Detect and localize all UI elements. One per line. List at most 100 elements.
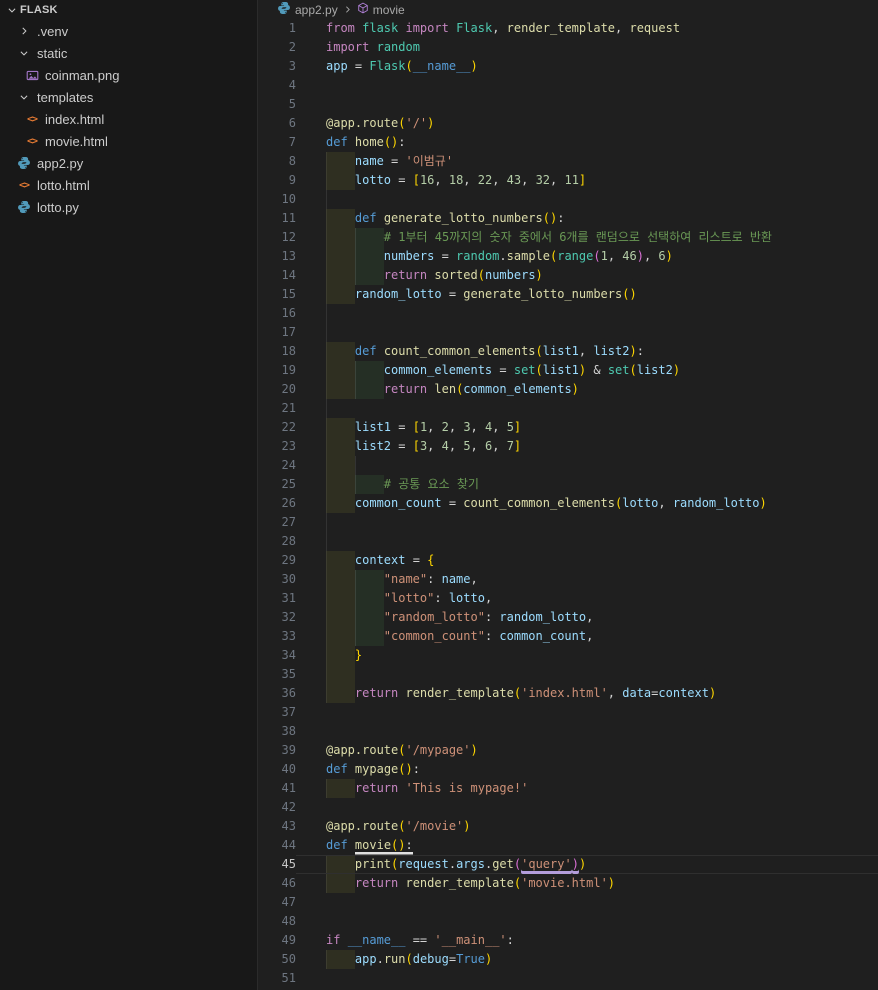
- code-line-14[interactable]: 14 return sorted(numbers): [258, 266, 878, 285]
- code-line-17[interactable]: 17: [258, 323, 878, 342]
- code-line-21[interactable]: 21: [258, 399, 878, 418]
- line-number: 4: [288, 78, 296, 92]
- code-line-8[interactable]: 8 name = '이범규': [258, 152, 878, 171]
- line-number: 11: [281, 211, 296, 225]
- code-line-51[interactable]: 51: [258, 969, 878, 988]
- code-line-19[interactable]: 19 common_elements = set(list1) & set(lis…: [258, 361, 878, 380]
- token: '/': [405, 116, 428, 130]
- code-line-28[interactable]: 28: [258, 532, 878, 551]
- code-line-48[interactable]: 48: [258, 912, 878, 931]
- code-line-29[interactable]: 29 context = {: [258, 551, 878, 570]
- code-line-7[interactable]: 7 def home():: [258, 133, 878, 152]
- indent-block-level1: [326, 779, 355, 798]
- indent-block-level1: [326, 589, 355, 608]
- token: Flask: [369, 59, 406, 73]
- code-line-46[interactable]: 46 return render_template('movie.html'): [258, 874, 878, 893]
- token: set: [513, 363, 536, 377]
- sidebar-item-movie-html[interactable]: <> movie.html: [0, 130, 257, 152]
- code-line-16[interactable]: 16: [258, 304, 878, 323]
- token: print: [354, 857, 392, 871]
- token: context: [354, 553, 406, 567]
- code-line-10[interactable]: 10: [258, 190, 878, 209]
- code-line-6[interactable]: 6 @app.route('/'): [258, 114, 878, 133]
- code-line-45[interactable]: 45 print(request.args.get('query')): [258, 855, 878, 874]
- code-line-9[interactable]: 9 lotto = [16, 18, 22, 43, 32, 11]: [258, 171, 878, 190]
- token: =: [405, 553, 428, 567]
- code-line-33[interactable]: 33 "common_count": common_count,: [258, 627, 878, 646]
- indent-block-level2: [354, 247, 384, 266]
- code-line-24[interactable]: 24: [258, 456, 878, 475]
- code-line-content: "name": name,: [296, 570, 878, 589]
- code-line-49[interactable]: 49 if __name__ == '__main__':: [258, 931, 878, 950]
- code-line-15[interactable]: 15 random_lotto = generate_lotto_numbers(…: [258, 285, 878, 304]
- token: 'This is mypage!': [405, 781, 529, 795]
- code-line-2[interactable]: 2 import random: [258, 38, 878, 57]
- code-line-30[interactable]: 30 "name": name,: [258, 570, 878, 589]
- breadcrumb: app2.py movie: [258, 0, 878, 19]
- sidebar-item--venv[interactable]: .venv: [0, 20, 257, 42]
- code-line-3[interactable]: 3 app = Flask(__name__): [258, 57, 878, 76]
- code-line-5[interactable]: 5: [258, 95, 878, 114]
- code-line-34[interactable]: 34}: [258, 646, 878, 665]
- code-line-31[interactable]: 31 "lotto": lotto,: [258, 589, 878, 608]
- code-line-44[interactable]: 44 def movie():: [258, 836, 878, 855]
- code-line-39[interactable]: 39 @app.route('/mypage'): [258, 741, 878, 760]
- sidebar-item-lotto-py[interactable]: lotto.py: [0, 196, 257, 218]
- code-area[interactable]: 1 from flask import Flask, render_templat…: [258, 19, 878, 988]
- sidebar-item-lotto-html[interactable]: <> lotto.html: [0, 174, 257, 196]
- code-line-20[interactable]: 20 return len(common_elements): [258, 380, 878, 399]
- code-line-content: # 1부터 45까지의 숫자 중에서 6개를 랜덤으로 선택하여 리스트로 반환: [296, 228, 878, 247]
- code-line-1[interactable]: 1 from flask import Flask, render_templat…: [258, 19, 878, 38]
- code-line-27[interactable]: 27: [258, 513, 878, 532]
- token: ,: [448, 439, 464, 453]
- code-line-18[interactable]: 18 def count_common_elements(list1, list2…: [258, 342, 878, 361]
- token: render_template: [405, 686, 514, 700]
- explorer-section-header[interactable]: FLASK: [0, 0, 257, 20]
- code-line-12[interactable]: 12 # 1부터 45까지의 숫자 중에서 6개를 랜덤으로 선택하여 리스트로 …: [258, 228, 878, 247]
- code-line-11[interactable]: 11 def generate_lotto_numbers():: [258, 209, 878, 228]
- sidebar-item-index-html[interactable]: <> index.html: [0, 108, 257, 130]
- code-line-23[interactable]: 23 list2 = [3, 4, 5, 6, 7]: [258, 437, 878, 456]
- token: return: [383, 382, 428, 396]
- code-line-40[interactable]: 40 def mypage():: [258, 760, 878, 779]
- indent-block-level1: [326, 380, 355, 399]
- sidebar-item-coinman-png[interactable]: coinman.png: [0, 64, 257, 86]
- line-number: 44: [281, 838, 296, 852]
- code-line-content: [296, 798, 878, 817]
- code-line-4[interactable]: 4: [258, 76, 878, 95]
- file-label: app2.py: [37, 155, 84, 171]
- breadcrumb-item-movie[interactable]: movie: [357, 2, 405, 17]
- line-number: 15: [281, 287, 296, 301]
- breadcrumb-item-app2-py[interactable]: app2.py: [277, 1, 338, 18]
- code-line-35[interactable]: 35: [258, 665, 878, 684]
- code-line-50[interactable]: 50 app.run(debug=True): [258, 950, 878, 969]
- token: numbers: [484, 268, 536, 282]
- token: ,: [448, 420, 464, 434]
- line-number: 21: [281, 401, 296, 415]
- code-line-43[interactable]: 43 @app.route('/movie'): [258, 817, 878, 836]
- code-line-41[interactable]: 41 return 'This is mypage!': [258, 779, 878, 798]
- code-line-42[interactable]: 42: [258, 798, 878, 817]
- code-line-38[interactable]: 38: [258, 722, 878, 741]
- token: app: [354, 952, 377, 966]
- sidebar-item-static[interactable]: static: [0, 42, 257, 64]
- code-line-37[interactable]: 37: [258, 703, 878, 722]
- code-line-36[interactable]: 36 return render_template('index.html', d…: [258, 684, 878, 703]
- token: random_lotto: [499, 610, 587, 624]
- token: common_count: [499, 629, 587, 643]
- code-line-26[interactable]: 26 common_count = count_common_elements(l…: [258, 494, 878, 513]
- code-line-32[interactable]: 32 "random_lotto": random_lotto,: [258, 608, 878, 627]
- line-number: 1: [288, 21, 296, 35]
- code-line-content: # 공통 요소 찾기: [296, 475, 878, 494]
- sidebar-item-app2-py[interactable]: app2.py: [0, 152, 257, 174]
- code-line-13[interactable]: 13 numbers = random.sample(range(1, 46), …: [258, 247, 878, 266]
- token: set: [607, 363, 630, 377]
- token: def: [326, 762, 348, 776]
- sidebar-item-templates[interactable]: templates: [0, 86, 257, 108]
- code-line-content: [296, 304, 878, 323]
- code-line-47[interactable]: 47: [258, 893, 878, 912]
- token: (: [513, 686, 522, 700]
- code-line-25[interactable]: 25 # 공통 요소 찾기: [258, 475, 878, 494]
- code-line-content: def movie():: [296, 836, 878, 855]
- code-line-22[interactable]: 22 list1 = [1, 2, 3, 4, 5]: [258, 418, 878, 437]
